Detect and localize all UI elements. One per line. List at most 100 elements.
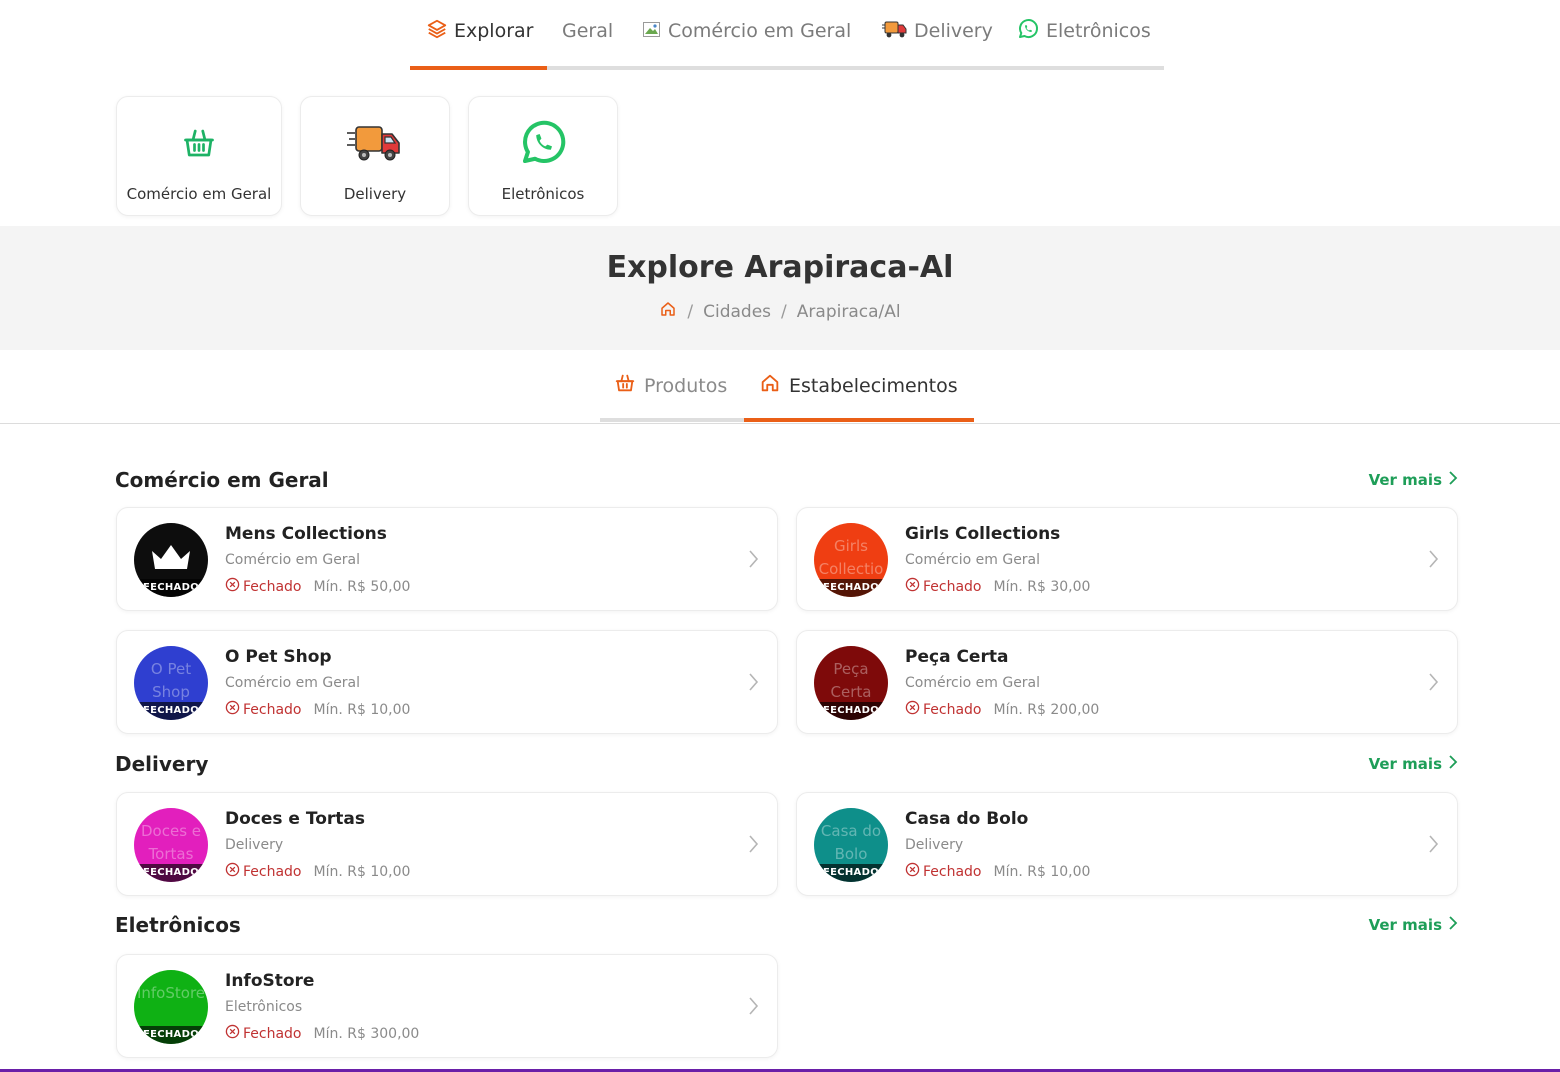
category-card-delivery[interactable]: Delivery <box>300 96 450 216</box>
category-label: Eletrônicos <box>501 185 585 203</box>
tab-active-indicator <box>744 418 974 422</box>
chevron-right-icon <box>747 548 759 574</box>
topnav-tab-delivery[interactable]: Delivery <box>882 16 993 46</box>
store-category: Eletrônicos <box>225 999 303 1015</box>
breadcrumb: / Cidades / Arapiraca/Al <box>0 300 1560 323</box>
ver-mais-label: Ver mais <box>1368 755 1442 773</box>
store-card[interactable]: Casa do Bolo FECHADO Casa do Bolo Delive… <box>796 792 1458 896</box>
store-meta: Fechado Mín. R$ 10,00 <box>905 862 1090 881</box>
ver-mais-link[interactable]: Ver mais <box>1369 754 1458 774</box>
topnav-tab-explorar[interactable]: Explorar <box>426 16 533 46</box>
closed-circle-icon <box>905 577 920 596</box>
category-label: Delivery <box>343 185 407 203</box>
closed-badge: FECHADO <box>134 864 208 882</box>
tab-estabelecimentos[interactable]: Estabelecimentos <box>759 372 958 399</box>
breadcrumb-item[interactable]: Cidades <box>703 302 771 322</box>
topnav-label: Geral <box>562 20 614 42</box>
store-card[interactable]: Girls Collectio FECHADO Girls Collection… <box>796 507 1458 611</box>
status-label: Fechado <box>923 701 982 718</box>
closed-badge: FECHADO <box>814 702 888 720</box>
truck-icon <box>882 18 908 45</box>
crown-icon <box>152 545 190 569</box>
status-label: Fechado <box>243 578 302 595</box>
chevron-right-icon <box>1446 470 1458 490</box>
basket-icon <box>614 372 636 399</box>
closed-circle-icon <box>225 862 240 881</box>
closed-circle-icon <box>905 862 920 881</box>
layers-icon <box>426 18 448 45</box>
store-logo: Casa do Bolo FECHADO <box>814 808 888 882</box>
topnav-tab-comercio[interactable]: Comércio em Geral <box>642 16 851 46</box>
store-name: InfoStore <box>225 971 315 991</box>
chevron-right-icon <box>747 995 759 1021</box>
store-card[interactable]: InfoStore FECHADO InfoStore Eletrônicos … <box>116 954 778 1058</box>
store-name: O Pet Shop <box>225 647 332 667</box>
status-label: Fechado <box>243 863 302 880</box>
store-status: Fechado <box>905 862 982 881</box>
closed-badge: FECHADO <box>134 579 208 597</box>
store-status: Fechado <box>225 700 302 719</box>
status-label: Fechado <box>923 578 982 595</box>
store-meta: Fechado Mín. R$ 10,00 <box>225 700 410 719</box>
status-label: Fechado <box>243 701 302 718</box>
category-card-comercio[interactable]: Comércio em Geral <box>116 96 282 216</box>
topnav-active-indicator <box>410 66 547 70</box>
chevron-right-icon <box>1427 548 1439 574</box>
store-status: Fechado <box>905 577 982 596</box>
topnav-tab-geral[interactable]: Geral <box>562 16 613 46</box>
closed-badge: FECHADO <box>814 864 888 882</box>
breadcrumb-separator: / <box>781 301 787 322</box>
top-navigation: Explorar Geral Comércio em Geral Deliver… <box>410 0 1164 70</box>
store-logo-alt: InfoStore <box>136 984 206 1002</box>
section-title: Eletrônicos <box>115 913 241 937</box>
store-meta: Fechado Mín. R$ 300,00 <box>225 1024 419 1043</box>
store-category: Comércio em Geral <box>905 552 1041 568</box>
store-logo-alt: Girls Collectio <box>818 537 884 578</box>
ver-mais-link[interactable]: Ver mais <box>1369 470 1458 490</box>
store-logo-alt: Doces e Tortas <box>140 822 201 863</box>
store-logo: InfoStore FECHADO <box>134 970 208 1044</box>
chevron-right-icon <box>1427 833 1439 859</box>
category-card-eletronicos[interactable]: Eletrônicos <box>468 96 618 216</box>
store-card[interactable]: FECHADO Mens Collections Comércio em Ger… <box>116 507 778 611</box>
ver-mais-link[interactable]: Ver mais <box>1369 915 1458 935</box>
store-card[interactable]: O Pet Shop FECHADO O Pet Shop Comércio e… <box>116 630 778 734</box>
category-label: Comércio em Geral <box>126 185 272 203</box>
whatsapp-icon <box>516 117 570 169</box>
status-label: Fechado <box>243 1025 302 1042</box>
store-category: Comércio em Geral <box>905 675 1041 691</box>
chevron-right-icon <box>747 671 759 697</box>
chevron-right-icon <box>1446 754 1458 774</box>
store-logo: Girls Collectio FECHADO <box>814 523 888 597</box>
breadcrumb-item: Arapiraca/Al <box>796 301 901 322</box>
topnav-label: Delivery <box>914 20 993 42</box>
status-label: Fechado <box>923 863 982 880</box>
store-status: Fechado <box>905 700 982 719</box>
store-logo-alt: O Pet Shop <box>150 660 192 701</box>
store-card[interactable]: Doces e Tortas FECHADO Doces e Tortas De… <box>116 792 778 896</box>
store-status: Fechado <box>225 577 302 596</box>
store-min-order: Mín. R$ 50,00 <box>313 578 411 595</box>
store-min-order: Mín. R$ 30,00 <box>993 578 1091 595</box>
store-category: Comércio em Geral <box>225 552 361 568</box>
store-name: Girls Collections <box>905 524 1061 544</box>
closed-circle-icon <box>225 577 240 596</box>
breadcrumb-separator: / <box>687 301 694 322</box>
topnav-label: Eletrônicos <box>1046 20 1151 42</box>
home-icon[interactable] <box>659 300 677 323</box>
closed-badge: FECHADO <box>134 702 208 720</box>
tab-produtos[interactable]: Produtos <box>614 372 727 399</box>
topnav-tab-eletronicos[interactable]: Eletrônicos <box>1016 16 1151 46</box>
store-meta: Fechado Mín. R$ 200,00 <box>905 700 1099 719</box>
store-name: Doces e Tortas <box>225 809 366 829</box>
store-card[interactable]: Peça Certa FECHADO Peça Certa Comércio e… <box>796 630 1458 734</box>
store-meta: Fechado Mín. R$ 50,00 <box>225 577 410 596</box>
store-category: Delivery <box>905 837 964 853</box>
store-logo: Peça Certa FECHADO <box>814 646 888 720</box>
section-title: Delivery <box>115 752 209 776</box>
topnav-label: Comércio em Geral <box>668 20 852 42</box>
closed-circle-icon <box>905 700 920 719</box>
store-logo-alt: Peça Certa <box>830 660 872 701</box>
store-min-order: Mín. R$ 10,00 <box>313 701 411 718</box>
store-category: Comércio em Geral <box>225 675 361 691</box>
